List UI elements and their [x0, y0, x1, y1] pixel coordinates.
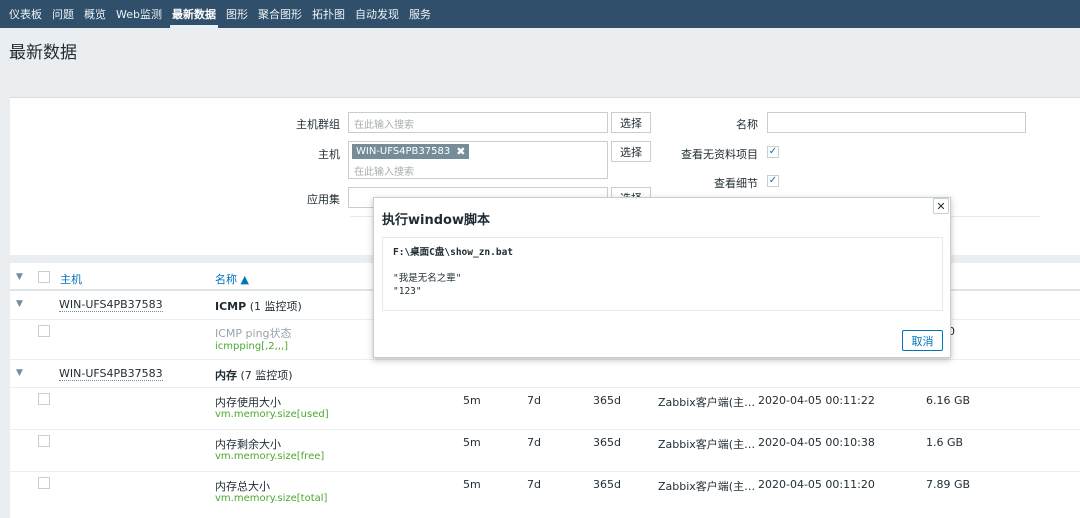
close-icon[interactable]: ✕ — [933, 198, 949, 214]
item-trends: 365d — [593, 394, 621, 407]
show-details-label: 查看细节 — [714, 177, 758, 190]
col-host[interactable]: 主机 — [60, 271, 82, 287]
nav-dashboard[interactable]: 仪表板 — [4, 0, 47, 28]
nav-services[interactable]: 服务 — [404, 0, 436, 28]
page-title: 最新数据 — [9, 43, 77, 63]
show-details-checkbox[interactable]: ✓ — [767, 175, 779, 187]
item-key[interactable]: vm.memory.size[used] — [215, 409, 329, 420]
script-output: F:\桌面C盘\show_zn.bat "我是无名之辈" "123" — [382, 237, 943, 311]
host-group-select-button[interactable]: 选择 — [611, 112, 651, 133]
host-chip-label: WIN-UFS4PB37583 — [356, 146, 451, 157]
collapse-group-icon[interactable]: ▼ — [16, 299, 23, 309]
output-line: "我是无名之辈" — [393, 273, 462, 284]
nav-problems[interactable]: 问题 — [47, 0, 79, 28]
item-last-check: 2020-04-05 00:11:20 — [758, 478, 875, 491]
name-label: 名称 — [736, 118, 758, 131]
nav-screens[interactable]: 聚合图形 — [253, 0, 307, 28]
item-key[interactable]: vm.memory.size[total] — [215, 493, 327, 504]
col-name[interactable]: 名称 ▲ — [215, 271, 249, 287]
item-trends: 365d — [593, 436, 621, 449]
item-count: (1 监控项) — [249, 300, 302, 313]
item-history: 7d — [527, 394, 541, 407]
application-name: ICMP — [215, 300, 247, 313]
item-last-check: 2020-04-05 00:10:38 — [758, 436, 875, 449]
collapse-group-icon[interactable]: ▼ — [16, 368, 23, 378]
application-name: 内存 — [215, 369, 237, 382]
item-interval: 5m — [463, 436, 481, 449]
item-count: (7 监控项) — [240, 369, 293, 382]
item-key[interactable]: vm.memory.size[free] — [215, 451, 324, 462]
nav-maps[interactable]: 拓扑图 — [307, 0, 350, 28]
host-link[interactable]: WIN-UFS4PB37583 — [59, 298, 163, 312]
output-line: F:\桌面C盘\show_zn.bat — [393, 247, 514, 258]
script-result-dialog: 执行window脚本 ✕ F:\桌面C盘\show_zn.bat "我是无名之辈… — [373, 197, 951, 358]
item-type: Zabbix客户端(主… — [658, 396, 756, 409]
row-divider — [10, 387, 1080, 388]
item-history: 7d — [527, 478, 541, 491]
row-checkbox[interactable] — [38, 393, 50, 405]
dialog-title: 执行window脚本 — [382, 213, 490, 228]
select-all-checkbox[interactable] — [38, 271, 50, 283]
remove-chip-icon[interactable]: ✖ — [456, 145, 465, 158]
show-no-data-label: 查看无资料项目 — [681, 148, 758, 161]
row-divider — [10, 429, 1080, 430]
host-input-placeholder: 在此输入搜索 — [354, 167, 414, 178]
top-nav: 仪表板 问题 概览 Web监测 最新数据 图形 聚合图形 拓扑图 自动发现 服务 — [0, 0, 1080, 28]
row-checkbox[interactable] — [38, 435, 50, 447]
host-group-input[interactable]: 在此输入搜索 — [348, 112, 608, 133]
item-value: 7.89 GB — [926, 478, 971, 491]
item-key[interactable]: icmpping[,2,,,] — [215, 341, 288, 352]
collapse-all-icon[interactable]: ▼ — [16, 272, 23, 282]
host-select-button[interactable]: 选择 — [611, 141, 651, 162]
nav-discovery[interactable]: 自动发现 — [350, 0, 404, 28]
row-divider — [10, 359, 1080, 360]
item-history: 7d — [527, 436, 541, 449]
host-group-label: 主机群组 — [296, 118, 340, 131]
row-divider — [10, 471, 1080, 472]
item-value: 1.6 GB — [926, 436, 964, 449]
row-checkbox[interactable] — [38, 477, 50, 489]
show-no-data-checkbox[interactable]: ✓ — [767, 146, 779, 158]
item-name: 内存总大小 — [215, 480, 270, 493]
item-type: Zabbix客户端(主… — [658, 438, 756, 451]
application-group: 内存 (7 监控项) — [215, 367, 293, 383]
item-value: 6.16 GB — [926, 394, 971, 407]
host-label: 主机 — [318, 148, 340, 161]
item-interval: 5m — [463, 478, 481, 491]
item-name: 内存使用大小 — [215, 396, 281, 409]
cancel-button[interactable]: 取消 — [902, 330, 943, 351]
output-line: "123" — [393, 286, 422, 297]
name-input[interactable] — [767, 112, 1026, 133]
host-chip: WIN-UFS4PB37583 ✖ — [352, 144, 470, 159]
item-name: 内存剩余大小 — [215, 438, 281, 451]
item-type: Zabbix客户端(主… — [658, 480, 756, 493]
nav-graphs[interactable]: 图形 — [221, 0, 253, 28]
item-trends: 365d — [593, 478, 621, 491]
item-last-check: 2020-04-05 00:11:22 — [758, 394, 875, 407]
nav-overview[interactable]: 概览 — [79, 0, 111, 28]
application-group: ICMP (1 监控项) — [215, 298, 302, 314]
application-label: 应用集 — [307, 193, 340, 206]
nav-web-monitoring[interactable]: Web监测 — [111, 0, 167, 28]
item-name: ICMP ping状态 — [215, 327, 292, 340]
row-checkbox[interactable] — [38, 325, 50, 337]
item-interval: 5m — [463, 394, 481, 407]
host-link[interactable]: WIN-UFS4PB37583 — [59, 367, 163, 381]
nav-latest-data[interactable]: 最新数据 — [167, 0, 221, 28]
